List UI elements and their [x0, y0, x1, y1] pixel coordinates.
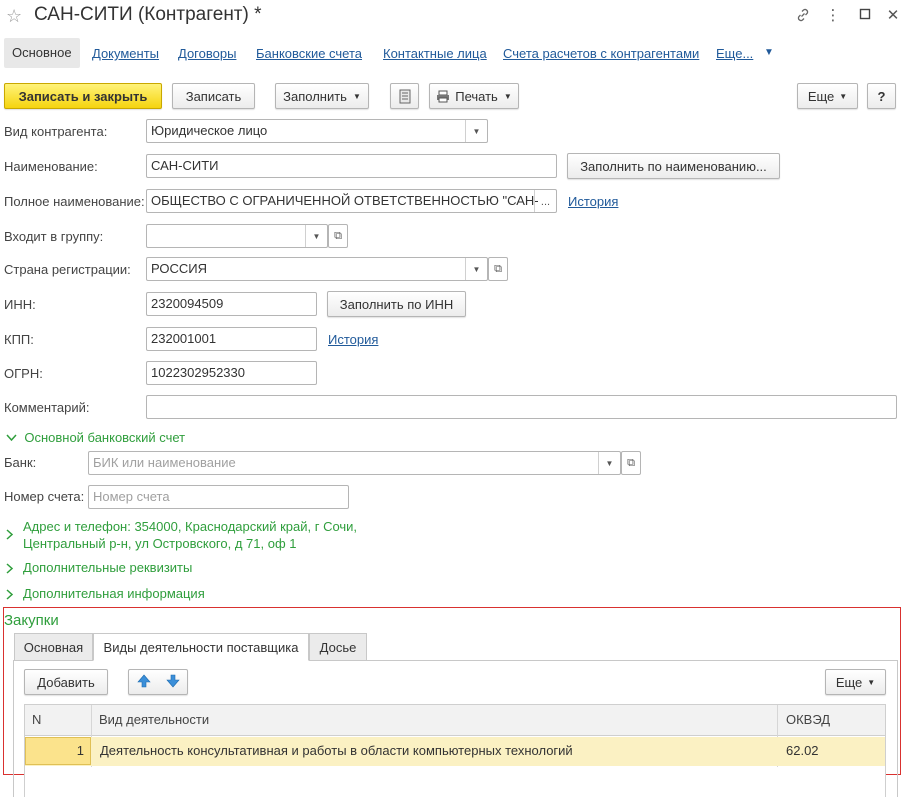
bank-select[interactable]: БИК или наименование ▼ — [88, 451, 621, 475]
inn-input[interactable]: 2320094509 — [146, 292, 317, 316]
fill-button-label: Заполнить — [283, 88, 347, 104]
address-line-2: Центральный р-н, ул Островского, д 71, о… — [23, 536, 297, 551]
move-buttons — [128, 669, 188, 695]
bank-label: Банк: — [4, 455, 37, 470]
more-vertical-icon[interactable]: ⋮ — [824, 7, 842, 25]
kpp-history-link[interactable]: История — [328, 332, 378, 347]
tab-documents[interactable]: Документы — [92, 46, 159, 61]
arrow-down-icon[interactable] — [165, 674, 180, 691]
purchases-title: Закупки — [4, 612, 59, 629]
fill-by-inn-button[interactable]: Заполнить по ИНН — [327, 291, 466, 317]
bank-section-toggle[interactable]: Основной банковский счет — [6, 430, 185, 445]
type-label: Вид контрагента: — [4, 124, 108, 139]
comment-input[interactable] — [146, 395, 897, 419]
extra-requisites-title: Дополнительные реквизиты — [23, 560, 193, 575]
tab-dossier[interactable]: Досье — [309, 633, 367, 661]
bank-section-title: Основной банковский счет — [24, 430, 186, 445]
chevron-right-icon — [6, 588, 14, 603]
tab-contact-persons[interactable]: Контактные лица — [383, 46, 487, 61]
more-button-label: Еще — [807, 88, 835, 104]
name-input[interactable]: САН-СИТИ — [146, 154, 557, 178]
bank-placeholder: БИК или наименование — [93, 455, 236, 470]
print-button-label: Печать — [455, 88, 498, 104]
ogrn-input[interactable]: 1022302952330 — [146, 361, 317, 385]
fill-button[interactable]: Заполнить ▼ — [275, 83, 369, 109]
group-select[interactable]: ▼ — [146, 224, 328, 248]
country-select[interactable]: РОССИЯ ▼ — [146, 257, 488, 281]
name-label: Наименование: — [4, 159, 98, 174]
tab-more[interactable]: Еще... — [716, 46, 753, 61]
save-close-button[interactable]: Записать и закрыть — [4, 83, 162, 109]
tab-supplier-activities[interactable]: Виды деятельности поставщика — [93, 633, 309, 661]
more-button[interactable]: Еще ▼ — [797, 83, 858, 109]
chevron-right-icon — [6, 528, 14, 543]
tab-bank-accounts[interactable]: Банковские счета — [256, 46, 362, 61]
column-header-n[interactable]: N — [32, 712, 41, 727]
printer-icon — [437, 90, 450, 102]
extra-info-title: Дополнительная информация — [23, 586, 205, 601]
print-button[interactable]: Печать ▼ — [429, 83, 519, 109]
account-input[interactable]: Номер счета — [88, 485, 349, 509]
fill-by-name-button[interactable]: Заполнить по наименованию... — [567, 153, 780, 179]
country-value: РОССИЯ — [151, 261, 208, 276]
tab-contracts[interactable]: Договоры — [178, 46, 236, 61]
ogrn-label: ОГРН: — [4, 366, 43, 381]
account-label: Номер счета: — [4, 489, 85, 504]
save-button[interactable]: Записать — [172, 83, 255, 109]
close-icon[interactable]: ✕ — [884, 7, 902, 25]
chevron-down-icon: ▼ — [839, 91, 848, 101]
country-label: Страна регистрации: — [4, 262, 131, 277]
window-title: САН-СИТИ (Контрагент) * — [34, 4, 262, 25]
fullname-label: Полное наименование: — [4, 194, 145, 209]
address-line-1: Адрес и телефон: 354000, Краснодарский к… — [23, 519, 358, 534]
fullname-value: ОБЩЕСТВО С ОГРАНИЧЕННОЙ ОТВЕТСТВЕННОСТЬЮ… — [151, 193, 539, 208]
maximize-icon[interactable] — [856, 7, 874, 25]
purchases-more-button[interactable]: Еще ▼ — [825, 669, 886, 695]
ellipsis-icon[interactable]: ... — [534, 190, 556, 212]
chevron-down-icon[interactable]: ▼ — [305, 225, 327, 247]
add-button[interactable]: Добавить — [24, 669, 108, 695]
fullname-input[interactable]: ОБЩЕСТВО С ОГРАНИЧЕННОЙ ОТВЕТСТВЕННОСТЬЮ… — [146, 189, 557, 213]
group-label: Входит в группу: — [4, 229, 104, 244]
fullname-history-link[interactable]: История — [568, 194, 618, 209]
row-number-cell[interactable]: 1 — [25, 737, 91, 765]
chevron-right-icon — [6, 562, 14, 577]
chevron-down-icon: ▼ — [867, 677, 876, 687]
arrow-up-icon[interactable] — [136, 674, 151, 691]
type-select[interactable]: Юридическое лицо ▼ — [146, 119, 488, 143]
chevron-down-icon[interactable]: ▼ — [465, 120, 487, 142]
tab-purchases-main[interactable]: Основная — [14, 633, 93, 661]
row-activity-cell[interactable]: Деятельность консультативная и работы в … — [100, 743, 573, 758]
chevron-down-icon: ▼ — [352, 91, 361, 101]
kpp-label: КПП: — [4, 332, 34, 347]
report-icon — [399, 89, 410, 103]
open-icon[interactable]: ⧉ — [488, 257, 508, 281]
chevron-down-icon[interactable]: ▼ — [465, 258, 487, 280]
favorite-star-icon[interactable]: ☆ — [6, 6, 24, 26]
purchases-more-label: Еще — [835, 674, 863, 690]
tab-main[interactable]: Основное — [4, 38, 80, 68]
open-icon[interactable]: ⧉ — [621, 451, 641, 475]
tab-more-chevron-icon[interactable]: ▼ — [764, 47, 774, 58]
link-icon[interactable] — [794, 7, 812, 25]
row-okved-cell[interactable]: 62.02 — [786, 743, 819, 758]
open-icon[interactable]: ⧉ — [328, 224, 348, 248]
comment-label: Комментарий: — [4, 400, 90, 415]
chevron-down-icon — [6, 431, 20, 445]
column-header-okved[interactable]: ОКВЭД — [786, 712, 830, 727]
kpp-input[interactable]: 232001001 — [146, 327, 317, 351]
type-value: Юридическое лицо — [151, 123, 268, 138]
column-header-activity[interactable]: Вид деятельности — [99, 712, 209, 727]
inn-label: ИНН: — [4, 297, 36, 312]
report-button[interactable] — [390, 83, 419, 109]
help-button[interactable]: ? — [867, 83, 896, 109]
chevron-down-icon: ▼ — [503, 91, 512, 101]
tab-settlement-accounts[interactable]: Счета расчетов с контрагентами — [503, 46, 699, 61]
chevron-down-icon[interactable]: ▼ — [598, 452, 620, 474]
